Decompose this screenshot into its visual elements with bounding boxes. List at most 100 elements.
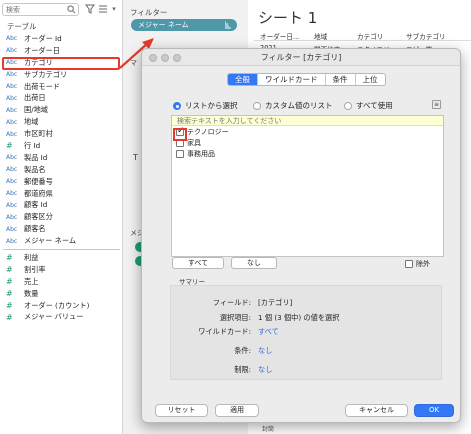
radio-custom-value-list[interactable]: カスタム値のリスト (253, 100, 333, 111)
list-item[interactable]: 家具 (172, 137, 443, 148)
summary-key: 制限: (234, 365, 251, 374)
field-item[interactable]: Abc 製品 Id (0, 152, 123, 164)
field-item[interactable]: Abc オーダー日 (0, 45, 123, 57)
dimension-type-icon: Abc (6, 225, 18, 233)
dimension-type-icon: Abc (6, 190, 18, 198)
field-name: 製品名 (24, 164, 46, 174)
field-item[interactable]: # メジャー バリュー (0, 311, 123, 323)
select-all-button[interactable]: すべて (172, 257, 224, 269)
field-item[interactable]: # オーダー (カウント) (0, 300, 123, 312)
field-name: メジャー バリュー (24, 312, 84, 322)
field-list: Abc オーダー Id Abc オーダー日 Abc カテゴリ Abc サブカテゴリ Abc 出荷モ… (0, 33, 123, 323)
summary-link[interactable]: なし (258, 346, 272, 356)
chevron-down-icon[interactable]: ▾ (108, 3, 120, 15)
field-search-input[interactable] (3, 4, 65, 15)
measures-divider (3, 249, 120, 251)
highlight-box-category (2, 57, 120, 70)
field-item[interactable]: # 割引率 (0, 264, 123, 276)
field-item[interactable]: Abc 市区町村 (0, 128, 123, 140)
field-name: 市区町村 (24, 129, 53, 139)
field-item[interactable]: Abc 国/地域 (0, 104, 123, 116)
summary-link[interactable]: なし (258, 365, 272, 375)
field-item[interactable]: Abc メジャー ネーム (0, 235, 123, 247)
field-item[interactable]: Abc 顧客名 (0, 223, 123, 235)
field-item[interactable]: # 行 Id (0, 140, 123, 152)
measure-type-icon: # (6, 289, 13, 299)
field-name: 売上 (24, 276, 39, 286)
field-name: 利益 (24, 252, 39, 262)
radio-select-from-list[interactable]: リストから選択 (173, 100, 238, 111)
field-item[interactable]: Abc 都道府県 (0, 188, 123, 200)
field-name: オーダー (カウント) (24, 300, 90, 310)
field-item[interactable]: Abc 出荷日 (0, 92, 123, 104)
dimension-type-icon: Abc (6, 47, 18, 55)
field-name: 郵便番号 (24, 176, 53, 186)
field-item[interactable]: # 数量 (0, 288, 123, 300)
select-none-button[interactable]: なし (231, 257, 277, 269)
radio-label: すべて使用 (356, 101, 393, 110)
list-item[interactable]: テクノロジー (172, 126, 443, 137)
tables-header: テーブル (7, 22, 37, 31)
list-item[interactable]: 事務用品 (172, 148, 443, 159)
radio-use-all[interactable]: すべて使用 (344, 100, 393, 111)
summary-key: ワイルドカード: (198, 327, 251, 336)
field-name: オーダー日 (24, 45, 60, 55)
field-item[interactable]: Abc 顧客 Id (0, 199, 123, 211)
tab-wildcard[interactable]: ワイルドカード (258, 74, 326, 85)
summary-link[interactable]: すべて (258, 327, 279, 337)
field-name: オーダー Id (24, 33, 62, 43)
field-name: 国/地域 (24, 105, 48, 115)
field-name: サブカテゴリ (24, 69, 68, 79)
measure-type-icon: # (6, 253, 13, 263)
field-item[interactable]: Abc 郵便番号 (0, 176, 123, 188)
field-item[interactable]: Abc 出荷モード (0, 81, 123, 93)
list-item-label: テクノロジー (187, 127, 229, 136)
field-item[interactable]: Abc 製品名 (0, 164, 123, 176)
dialog-title: フィルター [カテゴリ] (260, 53, 342, 62)
radio-indicator (173, 101, 181, 110)
checkbox[interactable] (405, 260, 413, 268)
list-search-input[interactable]: 検索テキストを入力してください (172, 116, 443, 126)
dimension-type-icon: Abc (6, 201, 18, 209)
ok-button[interactable]: OK (414, 404, 454, 417)
field-item[interactable]: Abc オーダー Id (0, 33, 123, 45)
field-item[interactable]: Abc 地域 (0, 116, 123, 128)
field-name: 顧客名 (24, 224, 46, 234)
reset-button[interactable]: リセット (155, 404, 208, 417)
dimension-type-icon: Abc (6, 94, 18, 102)
text-mark-stub: T (133, 153, 138, 162)
tab-general[interactable]: 全般 (228, 74, 258, 85)
dimension-type-icon: Abc (6, 83, 18, 90)
list-menu-icon[interactable]: ≡ (432, 100, 441, 109)
sheet-title: シート 1 (258, 9, 318, 27)
dimension-type-icon: Abc (6, 118, 18, 126)
field-item[interactable]: # 利益 (0, 252, 123, 264)
filter-pill-measure-names[interactable]: メジャー ネーム (131, 19, 237, 31)
field-search[interactable] (2, 3, 79, 16)
filter-funnel-icon[interactable] (84, 3, 96, 15)
apply-button[interactable]: 適用 (215, 404, 259, 417)
exclude-toggle[interactable]: 除外 (405, 259, 430, 269)
cancel-button[interactable]: キャンセル (345, 404, 408, 417)
field-item[interactable]: Abc 顧客区分 (0, 211, 123, 223)
measure-type-icon: # (6, 277, 13, 287)
field-name: 製品 Id (24, 152, 48, 162)
field-item[interactable]: Abc サブカテゴリ (0, 69, 123, 81)
checkbox[interactable] (176, 149, 184, 158)
radio-indicator (344, 101, 352, 110)
field-item[interactable]: # 売上 (0, 276, 123, 288)
measure-type-icon: # (6, 312, 13, 322)
summary-value: 1 個 (3 個中) の値を選択 (258, 313, 340, 322)
filter-pill-label: メジャー ネーム (138, 21, 189, 29)
tab-condition[interactable]: 条件 (326, 74, 356, 85)
tab-top[interactable]: 上位 (356, 74, 385, 85)
summary-key: 条件: (234, 346, 251, 355)
dimension-type-icon: Abc (6, 71, 18, 79)
field-name: 数量 (24, 288, 39, 298)
summary-key: 選択項目: (219, 313, 251, 322)
dialog-titlebar: フィルター [カテゴリ] (142, 49, 460, 66)
dimension-type-icon: # (6, 141, 13, 151)
summary-panel: フィールド: [カテゴリ] 選択項目: 1 個 (3 個中) の値を選択 ワイル… (170, 285, 442, 380)
list-item-label: 事務用品 (187, 149, 215, 158)
filters-header: フィルター (130, 8, 168, 17)
